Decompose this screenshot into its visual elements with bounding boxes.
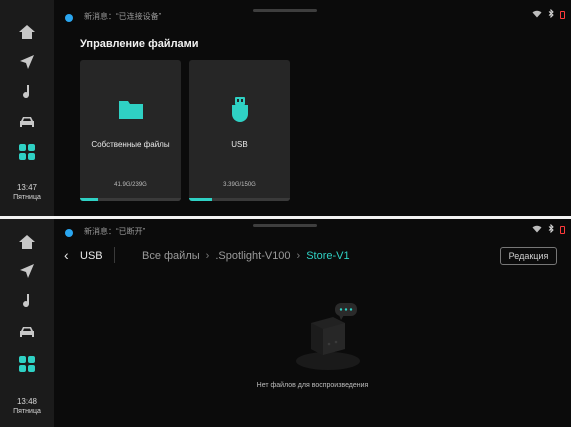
clock-weekday: Пятница xyxy=(13,408,41,415)
usb-card[interactable]: USB 3.39G/150G xyxy=(189,60,290,201)
car-icon[interactable] xyxy=(17,322,37,342)
home-icon[interactable] xyxy=(17,22,37,42)
wifi-icon xyxy=(532,225,542,235)
apps-icon[interactable] xyxy=(17,142,37,162)
wifi-icon xyxy=(532,10,542,20)
empty-folder-illustration xyxy=(283,297,373,372)
drag-handle[interactable] xyxy=(253,9,317,12)
usb-drive-icon xyxy=(226,95,254,123)
sidebar: 13:47 Пятница xyxy=(0,0,54,216)
own-files-card[interactable]: Собственные файлы 41.9G/239G xyxy=(80,60,181,201)
notification-dot-icon xyxy=(65,229,73,237)
storage-progress-bar xyxy=(80,198,181,201)
page-title: Управление файлами xyxy=(80,38,199,50)
notification-text[interactable]: 新消息：“已连接设备” xyxy=(84,11,161,22)
notification-text[interactable]: 新消息：“已断开” xyxy=(84,226,145,237)
card-label: USB xyxy=(231,140,248,149)
breadcrumb-item-current: Store-V1 xyxy=(306,250,350,262)
edit-button[interactable]: Редакция xyxy=(500,247,557,265)
navigation-icon[interactable] xyxy=(17,261,37,281)
battery-icon xyxy=(560,225,565,234)
car-icon[interactable] xyxy=(17,112,37,132)
navigation-icon[interactable] xyxy=(17,52,37,72)
status-bar xyxy=(532,223,565,235)
storage-size: 41.9G/239G xyxy=(114,182,147,188)
storage-progress-fill xyxy=(189,198,213,201)
music-icon[interactable] xyxy=(17,82,37,102)
storage-progress-fill xyxy=(80,198,99,201)
storage-progress-bar xyxy=(189,198,290,201)
breadcrumb-chevron-icon: › xyxy=(205,250,210,262)
empty-state-message: Нет файлов для воспроизведения xyxy=(256,382,369,389)
battery-icon xyxy=(560,10,565,19)
back-chevron-icon[interactable]: ‹ xyxy=(64,248,69,262)
home-icon[interactable] xyxy=(17,232,37,252)
bluetooth-icon xyxy=(548,223,554,235)
usb-source-label[interactable]: USB xyxy=(80,250,103,262)
folder-icon xyxy=(117,95,145,123)
breadcrumb-chevron-icon: › xyxy=(296,250,301,262)
clock-time: 13:47 xyxy=(16,183,38,192)
breadcrumb-item-all-files[interactable]: Все файлы xyxy=(142,250,200,262)
notification-dot-icon xyxy=(65,14,73,22)
breadcrumb: Все файлы › .Spotlight-V100 › Store-V1 xyxy=(142,250,350,262)
drag-handle[interactable] xyxy=(253,224,317,227)
clock-time: 13:48 xyxy=(16,397,38,406)
apps-icon[interactable] xyxy=(17,354,37,374)
storage-size: 3.39G/150G xyxy=(223,182,256,188)
status-bar xyxy=(532,8,565,20)
header-divider xyxy=(114,247,115,263)
clock-weekday: Пятница xyxy=(13,194,41,201)
sidebar: 13:48 Пятница xyxy=(0,219,54,427)
card-label: Собственные файлы xyxy=(91,140,170,149)
music-icon[interactable] xyxy=(17,291,37,311)
bluetooth-icon xyxy=(548,8,554,20)
breadcrumb-item-spotlight[interactable]: .Spotlight-V100 xyxy=(215,250,290,262)
file-manager-panel: 13:47 Пятница 新消息：“已连接设备” Управление фай… xyxy=(0,0,571,216)
